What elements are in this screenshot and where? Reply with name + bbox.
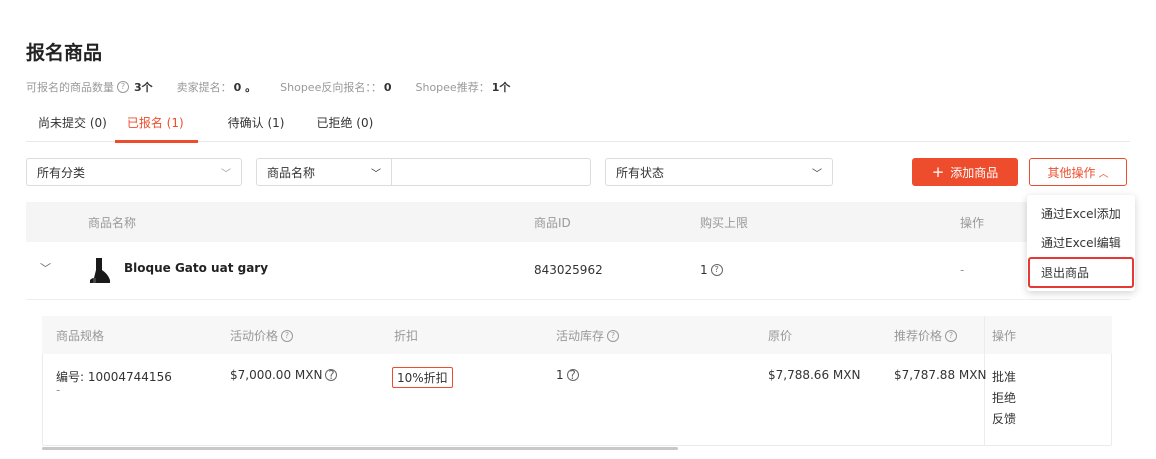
header-promo-stock-label: 活动库存 [556, 329, 605, 343]
menu-item-exit-product[interactable]: 退出商品 [1028, 257, 1134, 288]
product-name[interactable]: Bloque Gato uat gary [124, 261, 268, 275]
approve-link[interactable]: 批准 [992, 368, 1016, 385]
registerable-value: 3个 [134, 81, 153, 94]
recommended-price: $7,787.88 MXN [894, 368, 987, 382]
tab-not-submitted[interactable]: 尚未提交 (0) [26, 106, 107, 142]
stats-bar: 可报名的商品数量 ? 3个 卖家提名： 0 。 Shopee反向报名：： 0 S… [26, 79, 534, 95]
purchase-limit: 1 ? [700, 263, 726, 277]
status-select-value: 所有状态 [616, 165, 665, 180]
chevron-up-icon: ︿ [1098, 168, 1109, 180]
variant-row: 编号: 10004744156 - $7,000.00 MXN ? 10%折扣 … [42, 354, 1112, 446]
promo-stock-value: 1 [556, 368, 564, 382]
seller-label: 卖家提名： [176, 81, 232, 94]
help-icon[interactable]: ? [117, 81, 129, 93]
help-icon[interactable]: ? [607, 329, 620, 342]
promo-price: $7,000.00 MXN ? [230, 368, 340, 382]
plus-icon: + [931, 163, 945, 181]
promo-stock: 1 ? [556, 368, 582, 382]
original-price: $7,788.66 MXN [768, 368, 861, 382]
chevron-down-icon[interactable]: ﹀ [40, 260, 51, 276]
variant-spec: 编号: 10004744156 [56, 370, 172, 384]
table-row: ﹀ Bloque Gato uat gary 843025962 1 ? - [26, 242, 1130, 300]
promo-price-value: $7,000.00 MXN [230, 368, 323, 382]
help-icon[interactable]: ? [325, 369, 338, 381]
shopee-reverse-value: 0 [383, 80, 392, 94]
chevron-down-icon: ﹀ [812, 168, 822, 180]
shopee-recommend-value: 1个 [491, 81, 511, 94]
add-product-label: 添加商品 [950, 165, 999, 180]
status-select[interactable]: 所有状态 ﹀ [605, 158, 833, 186]
header-spec: 商品规格 [56, 329, 105, 343]
header-actions: 操作 [960, 216, 985, 230]
search-field-select[interactable]: 商品名称 ﹀ [256, 158, 392, 186]
row-action: - [960, 263, 965, 277]
seller-value: 0 。 [233, 81, 257, 94]
header-variant-actions: 操作 [992, 329, 1017, 343]
help-icon[interactable]: ? [710, 264, 723, 276]
header-recommended-price-label: 推荐价格 [894, 329, 943, 343]
more-actions-label: 其他操作 [1047, 165, 1096, 180]
more-actions-menu: 通过Excel添加 通过Excel编辑 退出商品 [1027, 195, 1135, 291]
product-thumbnail [90, 258, 110, 283]
product-table-header: 商品名称 商品ID 购买上限 操作 [26, 202, 1130, 242]
category-select[interactable]: 所有分类 ﹀ [26, 158, 242, 186]
search-field-value: 商品名称 [267, 165, 316, 180]
header-discount: 折扣 [394, 329, 419, 343]
tab-pending[interactable]: 待确认 (1) [216, 106, 285, 142]
header-product-id: 商品ID [534, 216, 571, 230]
reject-link[interactable]: 拒绝 [992, 389, 1016, 406]
category-select-value: 所有分类 [37, 165, 86, 180]
product-id: 843025962 [534, 263, 603, 277]
status-tabs: 尚未提交 (0) 已报名 (1) 待确认 (1) 已拒绝 (0) [26, 106, 1130, 143]
add-product-button[interactable]: + 添加商品 [912, 158, 1018, 186]
shopee-reverse-label: Shopee反向报名：： [280, 81, 382, 94]
registerable-label: 可报名的商品数量 [26, 81, 114, 94]
header-product-name: 商品名称 [88, 216, 137, 230]
help-icon[interactable]: ? [281, 329, 294, 342]
tab-registered[interactable]: 已报名 (1) [114, 106, 198, 143]
header-promo-stock: 活动库存 ? [556, 327, 622, 344]
discount-badge: 10%折扣 [392, 367, 453, 388]
menu-item-excel-edit[interactable]: 通过Excel编辑 [1027, 228, 1135, 257]
shopee-recommend-label: Shopee推荐： [415, 81, 490, 94]
horizontal-scrollbar[interactable] [42, 447, 678, 450]
help-icon[interactable]: ? [945, 329, 958, 342]
header-recommended-price: 推荐价格 ? [894, 327, 960, 344]
page-title: 报名商品 [26, 42, 103, 64]
chevron-down-icon: ﹀ [221, 168, 231, 180]
menu-item-excel-add[interactable]: 通过Excel添加 [1027, 199, 1135, 228]
tab-rejected[interactable]: 已拒绝 (0) [304, 106, 373, 142]
purchase-limit-value: 1 [700, 263, 708, 277]
variant-table-header: 商品规格 活动价格 ? 折扣 活动库存 ? 原价 推荐价格 ? 操作 [42, 316, 1112, 354]
chevron-down-icon: ﹀ [371, 168, 381, 180]
header-promo-price-label: 活动价格 [230, 329, 279, 343]
feedback-link[interactable]: 反馈 [992, 410, 1016, 427]
header-purchase-limit: 购买上限 [700, 216, 749, 230]
header-original-price: 原价 [768, 329, 793, 343]
header-promo-price: 活动价格 ? [230, 327, 296, 344]
more-actions-button[interactable]: 其他操作 ︿ [1029, 158, 1127, 186]
variant-spec-sub: - [56, 383, 61, 397]
search-input[interactable] [391, 158, 591, 186]
help-icon[interactable]: ? [566, 369, 579, 381]
